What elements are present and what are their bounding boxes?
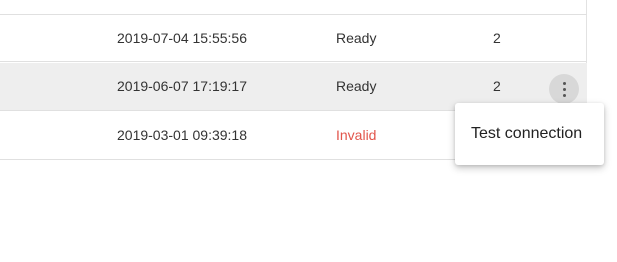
more-actions-button[interactable] (549, 74, 579, 104)
page: 2019-07-04 15:55:56 Ready 2 2019-06-07 1… (0, 0, 617, 262)
table-row[interactable]: 2019-07-04 15:55:56 Ready 2 (0, 14, 587, 62)
menu-item-test-connection[interactable]: Test connection (455, 103, 604, 165)
row-status: Ready (336, 78, 377, 94)
row-context-menu: Test connection (455, 103, 604, 165)
more-vert-icon (562, 93, 566, 97)
row-status: Ready (336, 30, 377, 46)
row-count: 2 (493, 30, 501, 46)
row-status: Invalid (336, 127, 377, 143)
more-vert-icon (562, 81, 566, 85)
row-date: 2019-03-01 09:39:18 (117, 127, 247, 143)
more-vert-icon (562, 87, 566, 91)
row-date: 2019-06-07 17:19:17 (117, 78, 247, 94)
row-date: 2019-07-04 15:55:56 (117, 30, 247, 46)
